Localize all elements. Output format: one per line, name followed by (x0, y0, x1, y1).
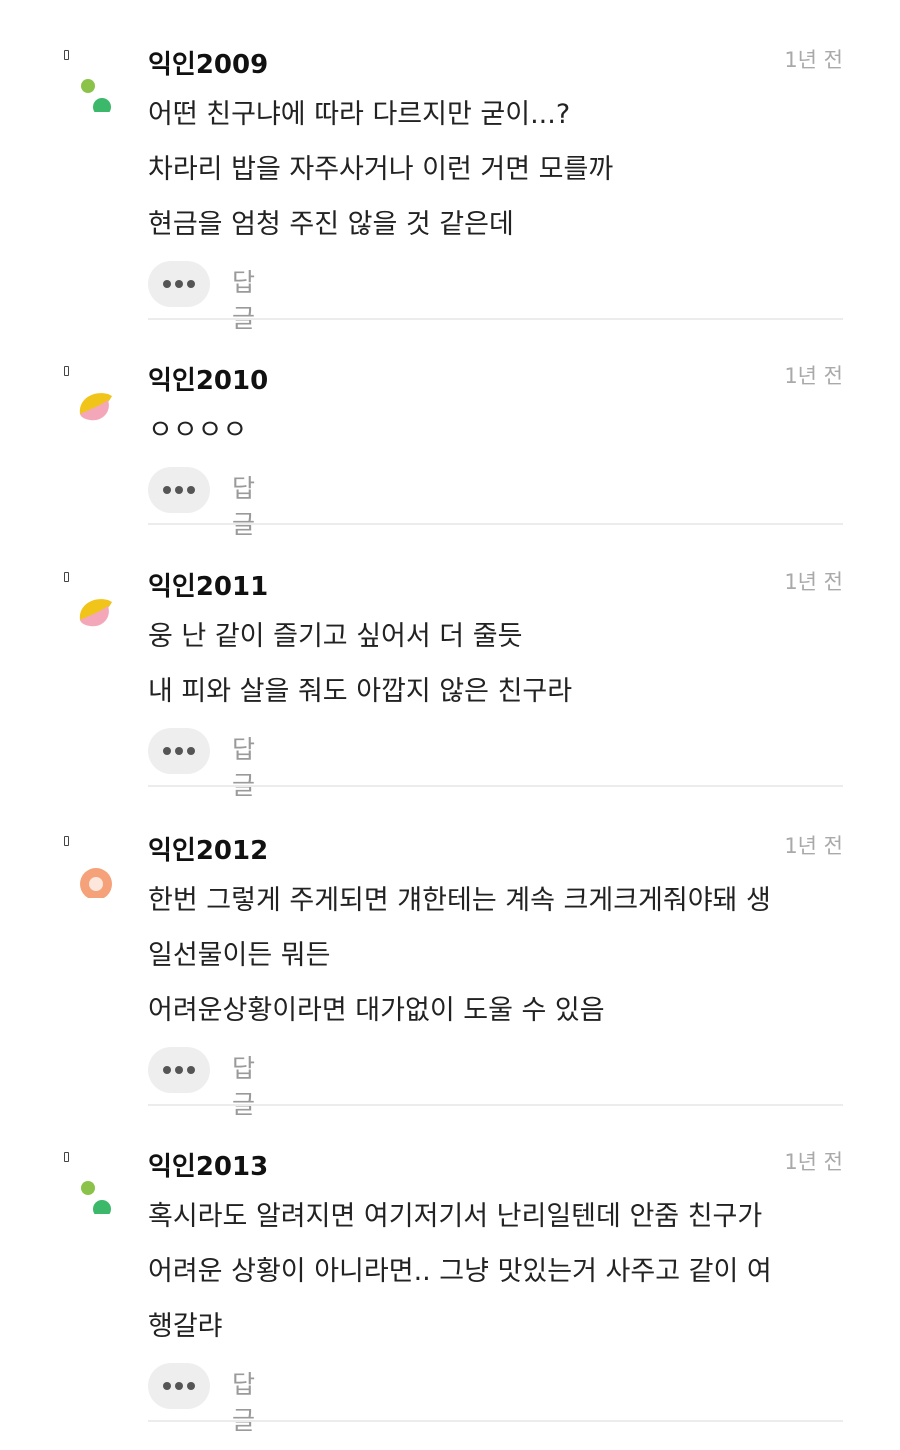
more-dot-icon (187, 486, 195, 494)
divider (148, 1104, 843, 1106)
comment-line: 차라리 밥을 자주사거나 이런 거면 모를까 (148, 154, 614, 185)
reply-button[interactable]: 답글 (232, 732, 255, 804)
more-dot-icon (163, 280, 171, 288)
comment-line: 웅 난 같이 즐기고 싶어서 더 줄듯 (148, 621, 523, 652)
notification-marker-icon (64, 366, 69, 376)
comment-body: 웅 난 같이 즐기고 싶어서 더 줄듯 내 피와 살을 줘도 아깝지 않은 친구… (148, 609, 848, 719)
more-dot-icon (175, 486, 183, 494)
more-dot-icon (175, 1382, 183, 1390)
more-dot-icon (163, 1066, 171, 1074)
comment-body: 어떤 친구냐에 따라 다르지만 굳이...? 차라리 밥을 자주사거나 이런 거… (148, 87, 848, 252)
timestamp: 1년 전 (784, 1150, 843, 1174)
more-dot-icon (175, 747, 183, 755)
more-options-button[interactable] (148, 1363, 210, 1409)
divider (148, 1420, 843, 1422)
notification-marker-icon (64, 1152, 69, 1162)
more-dot-icon (187, 280, 195, 288)
more-dot-icon (187, 1066, 195, 1074)
comment-line: 내 피와 살을 줘도 아깝지 않은 친구라 (148, 676, 573, 707)
yellow-pink-avatar-icon[interactable] (72, 584, 122, 634)
notification-marker-icon (64, 572, 69, 582)
more-dot-icon (175, 1066, 183, 1074)
more-dot-icon (175, 280, 183, 288)
timestamp: 1년 전 (784, 570, 843, 594)
comment-line: 일선물이든 뭐든 (148, 940, 331, 971)
reply-button[interactable]: 답글 (232, 1367, 255, 1439)
author-name[interactable]: 익인2010 (148, 366, 268, 396)
more-dot-icon (187, 1382, 195, 1390)
comment-body: 혹시라도 알려지면 여기저기서 난리일텐데 안줌 친구가 어려운 상황이 아니라… (148, 1189, 848, 1354)
reply-button[interactable]: 답글 (232, 1051, 255, 1123)
more-options-button[interactable] (148, 467, 210, 513)
more-options-button[interactable] (148, 728, 210, 774)
more-dot-icon (163, 1382, 171, 1390)
comment-body: 한번 그렇게 주게되면 걔한테는 계속 크게크게줘야돼 생 일선물이든 뭐든 어… (148, 873, 848, 1038)
notification-marker-icon (64, 836, 69, 846)
timestamp: 1년 전 (784, 48, 843, 72)
yellow-pink-avatar-icon[interactable] (72, 378, 122, 428)
comment-line: ㅇㅇㅇㅇ (148, 415, 248, 446)
timestamp: 1년 전 (784, 364, 843, 388)
reply-button[interactable]: 답글 (232, 265, 255, 337)
more-options-button[interactable] (148, 261, 210, 307)
more-dot-icon (163, 747, 171, 755)
more-dot-icon (187, 747, 195, 755)
author-name[interactable]: 익인2011 (148, 572, 268, 602)
comment-line: 현금을 엄청 주진 않을 것 같은데 (148, 209, 514, 240)
author-name[interactable]: 익인2009 (148, 50, 268, 80)
comment-line: 어려운상황이라면 대가없이 도울 수 있음 (148, 995, 605, 1026)
comment-line: 어려운 상황이 아니라면.. 그냥 맛있는거 사주고 같이 여 (148, 1256, 772, 1287)
comment-line: 행갈랴 (148, 1311, 223, 1342)
divider (148, 785, 843, 787)
author-name[interactable]: 익인2012 (148, 836, 268, 866)
comment-body: ㅇㅇㅇㅇ (148, 403, 848, 458)
timestamp: 1년 전 (784, 834, 843, 858)
comment-line: 혹시라도 알려지면 여기저기서 난리일텐데 안줌 친구가 (148, 1201, 763, 1232)
comment-line: 한번 그렇게 주게되면 걔한테는 계속 크게크게줘야돼 생 (148, 885, 771, 916)
divider (148, 523, 843, 525)
comment-line: 어떤 친구냐에 따라 다르지만 굳이...? (148, 99, 571, 130)
author-name[interactable]: 익인2013 (148, 1152, 268, 1182)
more-options-button[interactable] (148, 1047, 210, 1093)
dots-avatar-icon[interactable] (72, 62, 122, 112)
notification-marker-icon (64, 50, 69, 60)
divider (148, 318, 843, 320)
dots-avatar-icon[interactable] (72, 1164, 122, 1214)
more-dot-icon (163, 486, 171, 494)
orange-ring-avatar-icon[interactable] (72, 848, 122, 898)
reply-button[interactable]: 답글 (232, 471, 255, 543)
